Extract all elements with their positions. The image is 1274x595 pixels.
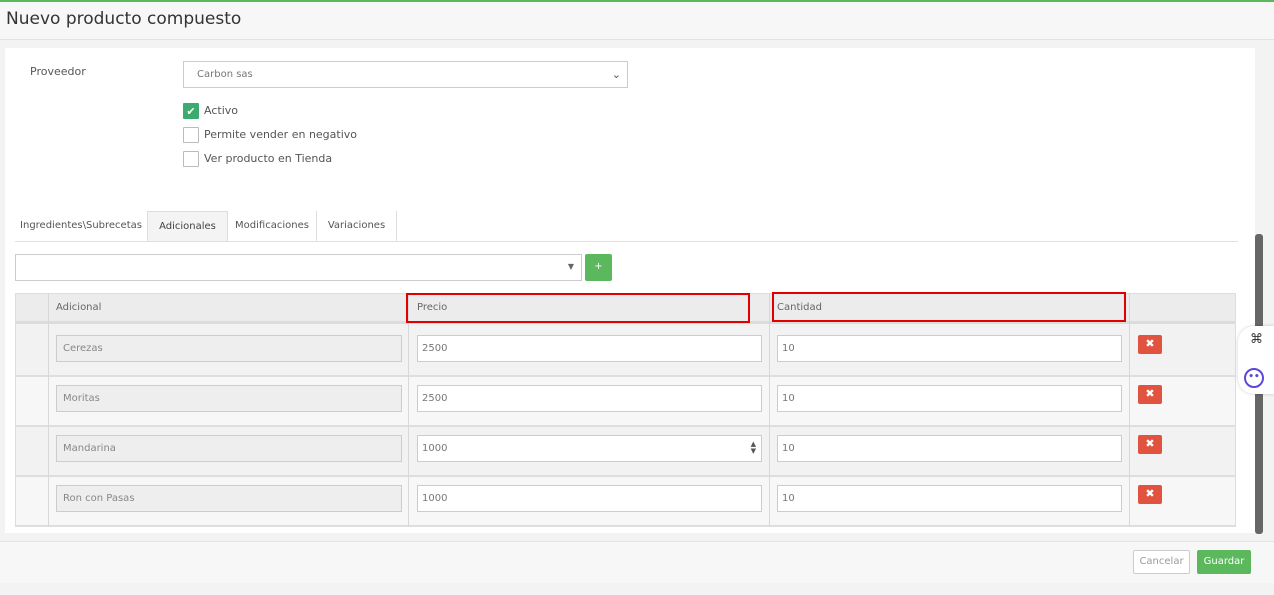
proveedor-label: Proveedor bbox=[30, 65, 86, 78]
spinner-icon[interactable]: ▲ ▼ bbox=[751, 441, 756, 455]
table-row: Moritas 2500 10 ✖ bbox=[16, 377, 1235, 427]
modal-header: Nuevo producto compuesto bbox=[0, 2, 1274, 40]
column-divider bbox=[1129, 294, 1130, 526]
proveedor-select[interactable]: Carbon sas ⌄ bbox=[183, 61, 628, 88]
tab-variaciones[interactable]: Variaciones bbox=[317, 211, 397, 241]
tab-ingredientes-subrecetas[interactable]: Ingredientes\Subrecetas bbox=[15, 211, 148, 241]
checkbox-box[interactable] bbox=[183, 127, 199, 143]
precio-input[interactable]: 2500 bbox=[417, 385, 762, 412]
x-icon: ✖ bbox=[1145, 387, 1155, 400]
delete-row-button[interactable]: ✖ bbox=[1138, 435, 1162, 454]
checkbox-box[interactable] bbox=[183, 151, 199, 167]
adicional-cell: Cerezas bbox=[56, 335, 402, 362]
column-divider bbox=[769, 294, 770, 526]
tab-adicionales[interactable]: Adicionales bbox=[147, 211, 228, 241]
column-divider bbox=[408, 294, 409, 526]
delete-row-button[interactable]: ✖ bbox=[1138, 485, 1162, 504]
x-icon: ✖ bbox=[1145, 487, 1155, 500]
proveedor-value: Carbon sas bbox=[197, 69, 253, 80]
tab-divider bbox=[15, 241, 1238, 242]
modal-footer bbox=[0, 541, 1274, 583]
delete-row-button[interactable]: ✖ bbox=[1138, 335, 1162, 354]
adicional-cell: Ron con Pasas bbox=[56, 485, 402, 512]
highlight-box-cantidad bbox=[772, 292, 1126, 322]
table-row: Ron con Pasas 1000 10 ✖ bbox=[16, 477, 1235, 527]
precio-input[interactable]: 1000 ▲ ▼ bbox=[417, 435, 762, 462]
precio-input[interactable]: 1000 bbox=[417, 485, 762, 512]
cantidad-input[interactable]: 10 bbox=[777, 335, 1122, 362]
side-widget: ⌘ •• bbox=[1238, 326, 1274, 394]
chevron-down-icon: ⌄ bbox=[611, 68, 621, 81]
cancel-button[interactable]: Cancelar bbox=[1133, 550, 1190, 574]
adicional-cell: Mandarina bbox=[56, 435, 402, 462]
precio-input[interactable]: 2500 bbox=[417, 335, 762, 362]
highlight-box-precio bbox=[406, 293, 750, 323]
header-adicional: Adicional bbox=[56, 302, 102, 313]
cantidad-input[interactable]: 10 bbox=[777, 485, 1122, 512]
checkbox-checked-icon[interactable]: ✔ bbox=[183, 103, 199, 119]
caret-down-icon: ▼ bbox=[567, 262, 574, 271]
x-icon: ✖ bbox=[1145, 337, 1155, 350]
checkbox-label: Permite vender en negativo bbox=[204, 128, 358, 141]
cantidad-input[interactable]: 10 bbox=[777, 385, 1122, 412]
assistant-icon[interactable]: •• bbox=[1244, 368, 1264, 388]
cantidad-input[interactable]: 10 bbox=[777, 435, 1122, 462]
table-row: Cerezas 2500 10 ✖ bbox=[16, 327, 1235, 377]
x-icon: ✖ bbox=[1145, 437, 1155, 450]
adicional-cell: Moritas bbox=[56, 385, 402, 412]
add-adicional-button[interactable]: + bbox=[585, 254, 612, 281]
page-title: Nuevo producto compuesto bbox=[6, 9, 242, 29]
adicionales-table: Adicional Precio Cantidad Cerezas 2500 1… bbox=[15, 293, 1236, 527]
precio-value: 1000 bbox=[422, 443, 448, 454]
table-row: Mandarina 1000 ▲ ▼ 10 ✖ bbox=[16, 427, 1235, 477]
adicional-select[interactable]: ▼ bbox=[15, 254, 582, 281]
checkbox-label: Activo bbox=[204, 104, 238, 117]
column-divider bbox=[48, 294, 49, 526]
save-button[interactable]: Guardar bbox=[1197, 550, 1251, 574]
tab-modificaciones[interactable]: Modificaciones bbox=[228, 211, 317, 241]
command-icon[interactable]: ⌘ bbox=[1250, 332, 1263, 347]
delete-row-button[interactable]: ✖ bbox=[1138, 385, 1162, 404]
checkbox-label: Ver producto en Tienda bbox=[204, 152, 333, 165]
